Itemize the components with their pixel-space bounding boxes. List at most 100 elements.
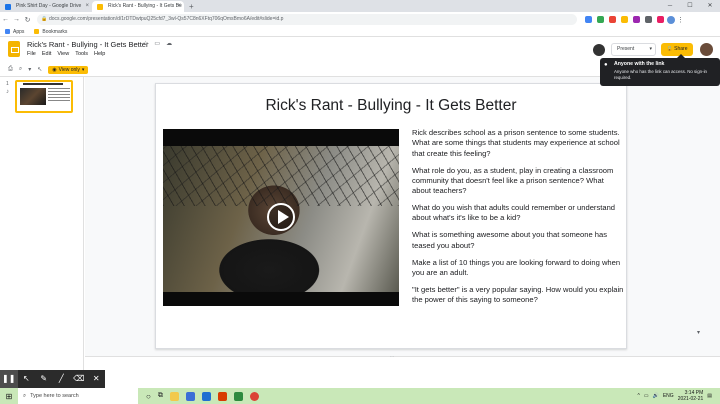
store-icon[interactable] bbox=[185, 391, 195, 401]
network-icon[interactable]: ▭ bbox=[644, 393, 649, 399]
maximize-button[interactable]: ☐ bbox=[680, 0, 700, 12]
bookmark-folder[interactable]: Bookmarks bbox=[34, 29, 67, 35]
clock[interactable]: 3:14 PM 2021-02-21 bbox=[678, 390, 704, 402]
star-icon[interactable]: ☆ bbox=[143, 40, 148, 47]
account-avatar[interactable] bbox=[700, 43, 713, 56]
pause-icon[interactable]: ❚❚ bbox=[0, 370, 18, 388]
lock-icon: 🔒 bbox=[666, 46, 673, 52]
menu-help[interactable]: Help bbox=[94, 51, 105, 57]
window-controls: ─ ☐ ✕ bbox=[660, 0, 720, 12]
select-tool-icon[interactable]: ↖ bbox=[37, 66, 42, 73]
bookmark-apps[interactable]: Apps bbox=[5, 29, 24, 35]
zoom-dropdown-icon[interactable]: ▾ bbox=[28, 66, 31, 73]
browser-tab-slides[interactable]: Rick's Rant - Bullying - It Gets Be × bbox=[92, 1, 184, 12]
pointer-icon[interactable]: ↖ bbox=[18, 370, 36, 388]
close-icon[interactable]: × bbox=[177, 1, 181, 12]
annotation-toolbar: ❚❚ ↖ ✎ ╱ ⌫ ✕ bbox=[0, 370, 105, 388]
slide-canvas: Rick's Rant - Bullying - It Gets Better … bbox=[85, 77, 720, 370]
app-icon[interactable] bbox=[233, 391, 243, 401]
chrome-icon[interactable] bbox=[249, 391, 259, 401]
taskbar-search[interactable]: ⌕ Type here to search bbox=[18, 388, 138, 404]
extension-icons bbox=[585, 16, 664, 23]
share-label: Share bbox=[674, 46, 688, 52]
menu-file[interactable]: File bbox=[27, 51, 36, 57]
app-icon[interactable] bbox=[217, 391, 227, 401]
people-icon: ● bbox=[604, 62, 608, 68]
share-tooltip: ● Anyone with the link Anyone who has th… bbox=[600, 54, 720, 86]
cloud-status-icon: ☁ bbox=[166, 41, 173, 47]
notifications-icon[interactable]: ▤ bbox=[707, 393, 712, 399]
profile-avatar[interactable] bbox=[667, 15, 675, 24]
print-icon[interactable]: ⎙ bbox=[8, 66, 13, 73]
cortana-icon[interactable]: ○ bbox=[146, 392, 151, 401]
scroll-down-icon[interactable]: ▾ bbox=[697, 329, 700, 336]
forward-button[interactable]: → bbox=[11, 16, 22, 23]
search-placeholder: Type here to search bbox=[30, 393, 79, 399]
menu-view[interactable]: View bbox=[57, 51, 69, 57]
back-button[interactable]: ← bbox=[0, 16, 11, 23]
reload-button[interactable]: ↻ bbox=[22, 16, 33, 24]
eye-icon: ◉ bbox=[52, 66, 57, 73]
new-tab-button[interactable]: + bbox=[184, 1, 199, 12]
speaker-notes-icon: ♪ bbox=[6, 89, 9, 95]
viewer-avatar[interactable] bbox=[593, 44, 605, 56]
question-item: Rick describes school as a prison senten… bbox=[412, 128, 620, 158]
file-explorer-icon[interactable] bbox=[169, 391, 179, 401]
view-only-label: View only bbox=[58, 66, 80, 73]
tray-expand-icon[interactable]: ^ bbox=[638, 393, 640, 399]
chevron-down-icon[interactable]: ▾ bbox=[649, 44, 652, 55]
apps-grid-icon bbox=[5, 29, 10, 34]
share-tooltip-description: Anyone who has the link can access. No s… bbox=[614, 69, 707, 80]
move-folder-icon[interactable]: ▭ bbox=[154, 40, 160, 47]
window-close-button[interactable]: ✕ bbox=[700, 0, 720, 12]
minimize-button[interactable]: ─ bbox=[660, 0, 680, 12]
search-icon: ⌕ bbox=[23, 392, 27, 399]
browser-tab-strip: Pink Shirt Day - Google Drive × Rick's R… bbox=[0, 0, 720, 12]
close-icon[interactable]: ✕ bbox=[88, 370, 106, 388]
slides-icon bbox=[97, 4, 103, 10]
slide-filmstrip: 1 ♪ bbox=[0, 77, 84, 370]
slides-logo-icon[interactable] bbox=[8, 41, 20, 57]
close-icon[interactable]: × bbox=[85, 1, 89, 12]
chevron-down-icon: ▾ bbox=[81, 66, 85, 73]
slide-number: 1 bbox=[6, 81, 9, 87]
drive-icon bbox=[5, 4, 11, 10]
pen-icon[interactable]: ✎ bbox=[35, 370, 53, 388]
browser-menu-icon[interactable]: ⋮ bbox=[675, 16, 686, 24]
menu-edit[interactable]: Edit bbox=[42, 51, 51, 57]
extension-icon[interactable] bbox=[609, 16, 616, 23]
present-button[interactable]: Present ▾ bbox=[611, 43, 656, 56]
browser-tab-drive[interactable]: Pink Shirt Day - Google Drive × bbox=[0, 1, 92, 12]
question-item: Make a list of 10 things you are looking… bbox=[412, 257, 621, 278]
play-icon[interactable] bbox=[267, 203, 295, 231]
windows-start-icon[interactable]: ⊞ bbox=[0, 392, 18, 401]
url-bar[interactable]: 🔒 docs.google.com/presentation/d/1rDTDwt… bbox=[37, 14, 577, 25]
speaker-notes-panel[interactable]: ⋯ bbox=[85, 354, 720, 370]
question-item: What is something awesome about you that… bbox=[412, 230, 608, 250]
address-bar-row: ← → ↻ 🔒 docs.google.com/presentation/d/1… bbox=[0, 12, 720, 27]
slide-thumbnail[interactable] bbox=[15, 80, 73, 113]
language-indicator[interactable]: ENG bbox=[663, 393, 674, 399]
extension-icon[interactable] bbox=[585, 16, 592, 23]
document-title[interactable]: Rick's Rant - Bullying - It Gets Better bbox=[27, 40, 148, 49]
menu-bar: File Edit View Tools Help bbox=[27, 51, 105, 57]
extension-icon[interactable] bbox=[657, 16, 664, 23]
windows-taskbar: ⊞ ⌕ Type here to search ○ ⧉ ^ ▭ 🔊 ENG 3:… bbox=[0, 388, 720, 404]
question-item: What do you wish that adults could remem… bbox=[412, 203, 616, 223]
taskbar-apps: ○ ⧉ bbox=[146, 391, 259, 401]
extension-icon[interactable] bbox=[597, 16, 604, 23]
extension-icon[interactable] bbox=[621, 16, 628, 23]
video-player[interactable] bbox=[163, 129, 399, 306]
mail-icon[interactable] bbox=[201, 391, 211, 401]
task-view-icon[interactable]: ⧉ bbox=[158, 392, 163, 400]
eraser-icon[interactable]: ⌫ bbox=[70, 370, 88, 388]
menu-tools[interactable]: Tools bbox=[75, 51, 88, 57]
zoom-icon[interactable]: ⌕ bbox=[19, 66, 22, 73]
resize-handle-icon[interactable]: ⋯ bbox=[388, 354, 396, 359]
volume-icon[interactable]: 🔊 bbox=[653, 393, 659, 399]
highlighter-icon[interactable]: ╱ bbox=[53, 370, 71, 388]
view-only-badge[interactable]: ◉ View only ▾ bbox=[48, 65, 89, 74]
lock-icon: 🔒 bbox=[41, 16, 48, 22]
extension-icon[interactable] bbox=[633, 16, 640, 23]
extension-icon[interactable] bbox=[645, 16, 652, 23]
